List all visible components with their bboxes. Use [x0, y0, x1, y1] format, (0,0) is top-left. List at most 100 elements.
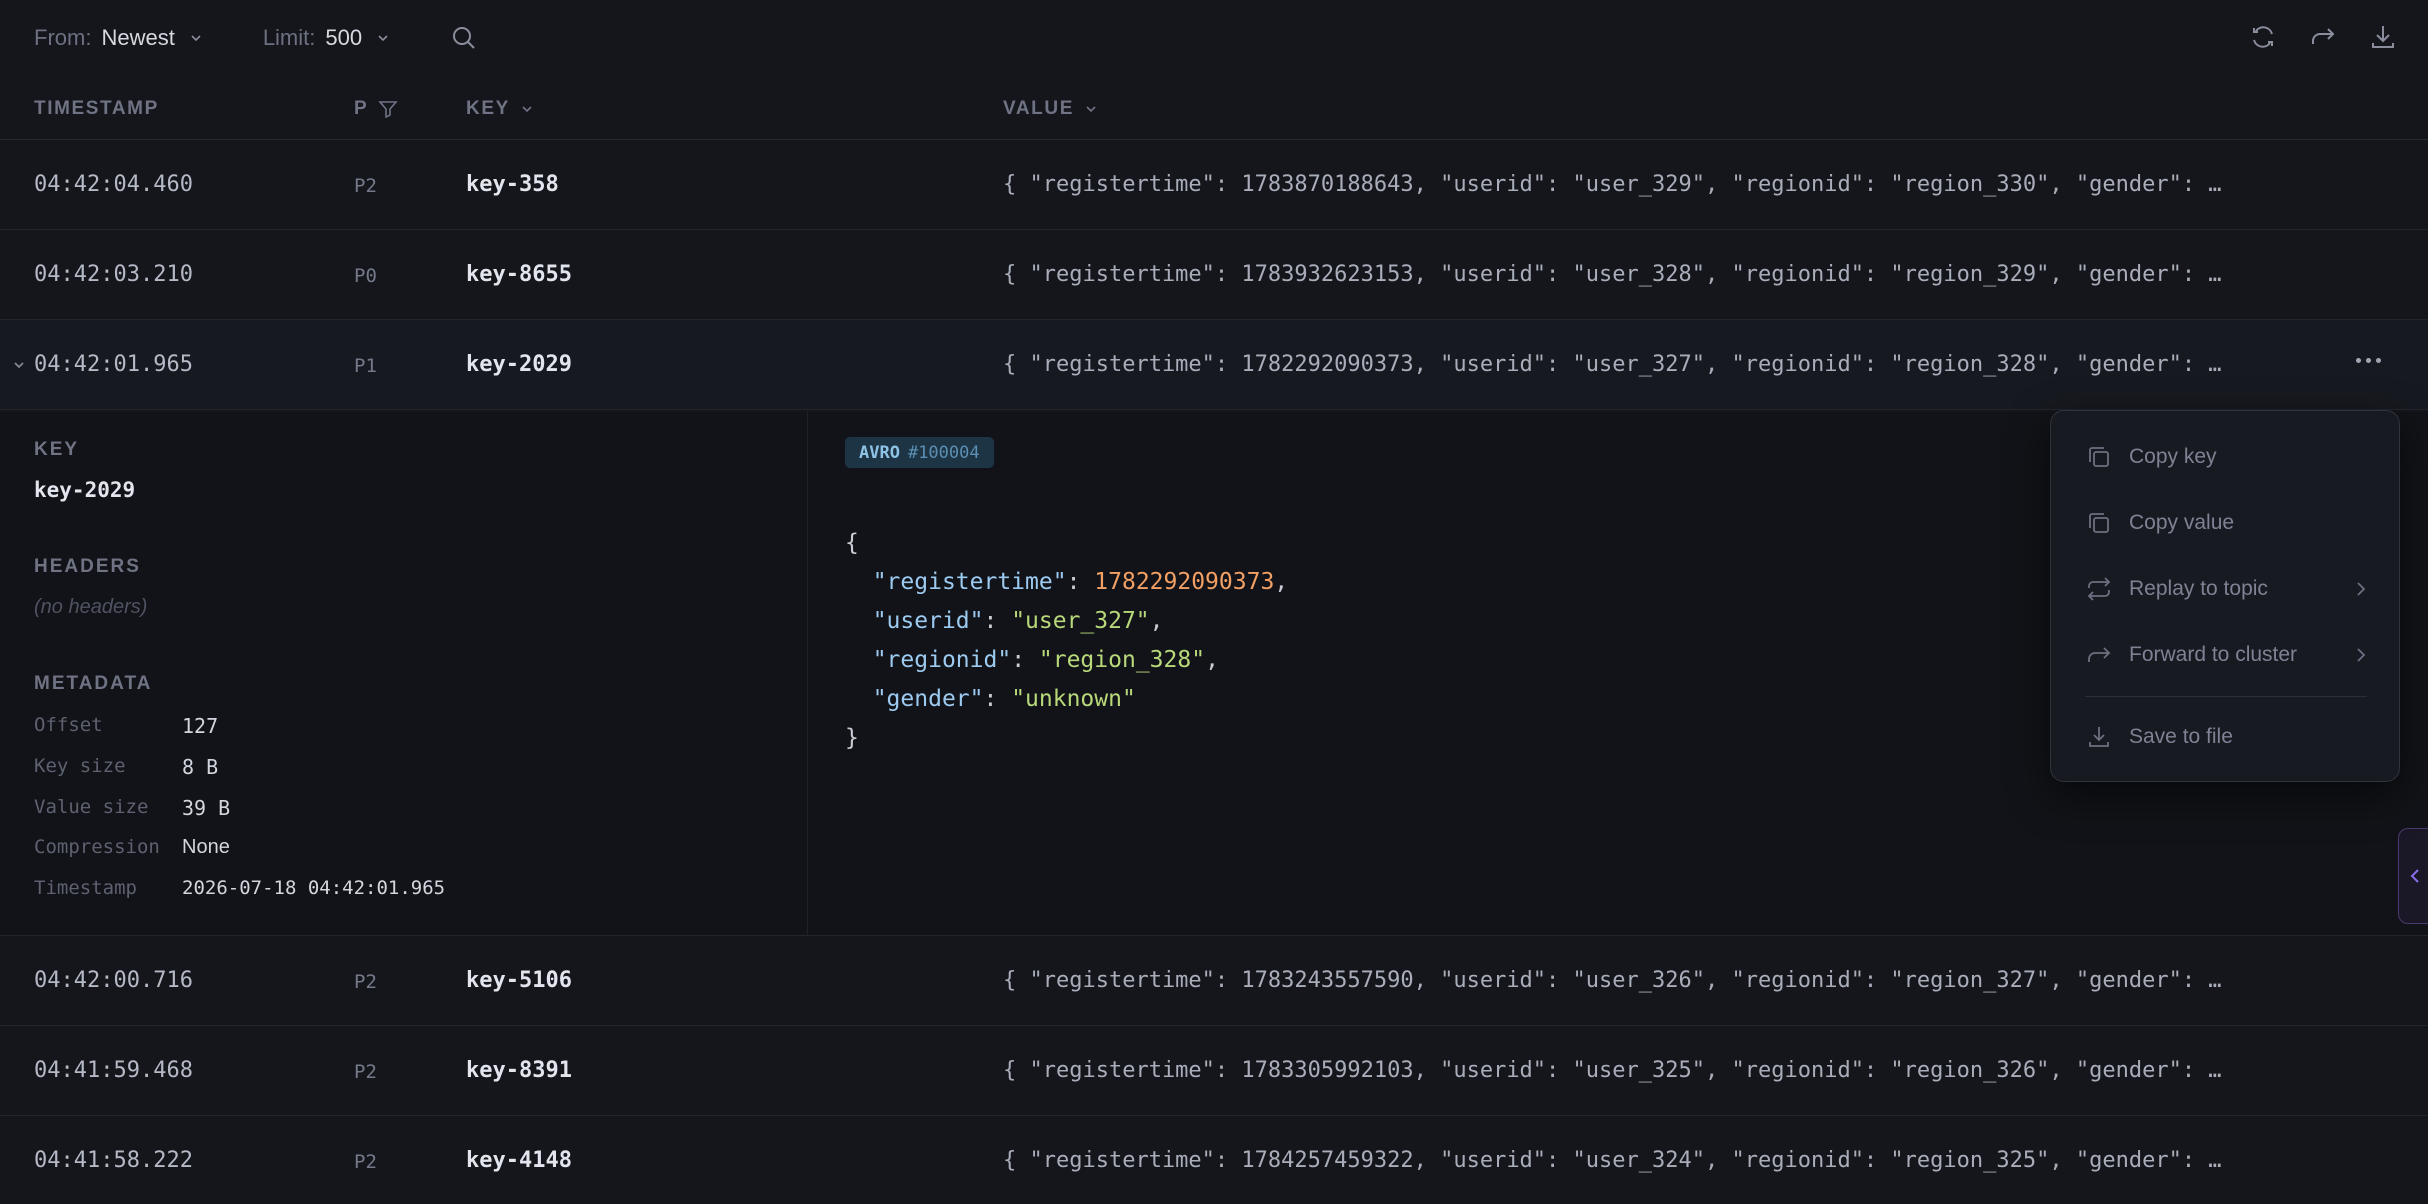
table-row[interactable]: 04:41:58.222 P2 key-4148 { "registertime… [0, 1116, 2428, 1204]
menu-divider [2085, 696, 2367, 697]
copy-icon [2085, 443, 2113, 471]
column-partition[interactable]: P [354, 98, 399, 120]
row-timestamp: 04:41:59.468 [34, 1058, 193, 1083]
json-string: "region_328" [1038, 647, 1206, 673]
json-key: "gender" [872, 686, 984, 712]
row-timestamp: 04:42:04.460 [34, 172, 193, 197]
copy-icon [2085, 509, 2113, 537]
row-timestamp: 04:42:01.965 [34, 352, 193, 377]
side-panel-toggle[interactable] [2398, 828, 2428, 924]
json-string: "user_327" [1011, 608, 1150, 634]
download-icon [2085, 723, 2113, 751]
menu-item-replay[interactable]: Replay to topic [2051, 563, 2401, 615]
menu-item-label: Replay to topic [2129, 577, 2268, 600]
row-key: key-8655 [466, 262, 572, 287]
column-timestamp[interactable]: TIMESTAMP [34, 98, 159, 120]
row-timestamp: 04:41:58.222 [34, 1148, 193, 1173]
from-selector[interactable]: From: Newest [34, 25, 203, 51]
row-key: key-4148 [466, 1148, 572, 1173]
metadata-row: Timestamp 2026-07-18 04:42:01.965 [34, 877, 445, 899]
row-partition: P2 [354, 1151, 377, 1173]
json-key: "registertime" [872, 569, 1067, 595]
refresh-icon[interactable] [2248, 22, 2278, 52]
metadata-row: Compression None [34, 836, 230, 859]
metadata-key: Compression [34, 836, 160, 858]
row-key: key-8391 [466, 1058, 572, 1083]
table-row[interactable]: 04:42:04.460 P2 key-358 { "registertime"… [0, 140, 2428, 230]
chevron-right-icon [2355, 646, 2367, 664]
chevron-down-icon[interactable] [12, 358, 26, 377]
metadata-row: Value size 39 B [34, 796, 230, 820]
metadata-key: Offset [34, 714, 103, 736]
row-value: { "registertime": 1783932623153, "userid… [1003, 262, 2222, 287]
column-key[interactable]: KEY [466, 98, 534, 120]
metadata-section-title: METADATA [34, 673, 153, 694]
headers-section-title: HEADERS [34, 556, 141, 577]
format-label: AVRO [859, 442, 900, 463]
metadata-value: 39 B [182, 796, 231, 820]
forward-icon[interactable] [2308, 22, 2338, 52]
metadata-value: 8 B [182, 755, 219, 779]
table-row[interactable]: 04:42:00.716 P2 key-5106 { "registertime… [0, 936, 2428, 1026]
metadata-key: Key size [34, 755, 126, 777]
table-row-expanded[interactable]: 04:42:01.965 P1 key-2029 { "registertime… [0, 320, 2428, 410]
chevron-right-icon [2355, 580, 2367, 598]
row-key: key-2029 [466, 352, 572, 377]
menu-item-copy-value[interactable]: Copy value [2051, 497, 2401, 549]
menu-item-save[interactable]: Save to file [2051, 711, 2401, 763]
json-key: "userid" [872, 608, 984, 634]
detail-key-value: key-2029 [34, 478, 136, 502]
chevron-down-icon [376, 31, 390, 45]
metadata-row: Key size 8 B [34, 755, 218, 779]
from-label: From: [34, 25, 92, 50]
json-open-brace: { [845, 530, 859, 556]
row-key: key-5106 [466, 968, 572, 993]
limit-value: 500 [325, 25, 363, 50]
json-line: "userid": "user_327", [872, 608, 1164, 634]
row-timestamp: 04:42:00.716 [34, 968, 193, 993]
menu-item-forward[interactable]: Forward to cluster [2051, 629, 2401, 681]
detail-sidebar: KEY key-2029 HEADERS (no headers) METADA… [0, 412, 808, 936]
column-partition-label: P [354, 98, 369, 119]
download-icon[interactable] [2368, 22, 2398, 52]
column-value[interactable]: VALUE [1003, 98, 1098, 120]
repeat-icon [2085, 575, 2113, 603]
json-key: "regionid" [872, 647, 1012, 673]
row-partition: P2 [354, 175, 377, 197]
metadata-value: 127 [182, 714, 219, 738]
menu-item-label: Copy value [2129, 511, 2235, 534]
forward-icon [2085, 641, 2113, 669]
chevron-down-icon [189, 31, 203, 45]
row-partition: P2 [354, 1061, 377, 1083]
json-string: "unknown" [1011, 686, 1136, 712]
row-value: { "registertime": 1782292090373, "userid… [1003, 352, 2222, 377]
metadata-row: Offset 127 [34, 714, 218, 738]
from-value: Newest [101, 25, 175, 50]
metadata-key: Value size [34, 796, 149, 818]
key-section-title: KEY [34, 439, 80, 460]
row-value: { "registertime": 1783305992103, "userid… [1003, 1058, 2222, 1083]
table-row[interactable]: 04:41:59.468 P2 key-8391 { "registertime… [0, 1026, 2428, 1116]
row-partition: P2 [354, 971, 377, 993]
limit-selector[interactable]: Limit: 500 [263, 25, 390, 51]
json-line: "regionid": "region_328", [872, 647, 1219, 673]
schema-badge: AVRO #100004 [845, 437, 994, 468]
chevron-down-icon [1086, 106, 1096, 113]
search-icon[interactable] [450, 24, 478, 52]
row-key: key-358 [466, 172, 559, 197]
table-header: TIMESTAMP P KEY VALUE [0, 76, 2428, 140]
filter-icon[interactable] [378, 99, 399, 119]
row-value: { "registertime": 1783870188643, "userid… [1003, 172, 2222, 197]
json-line: "gender": "unknown" [872, 686, 1136, 712]
menu-item-label: Save to file [2129, 725, 2233, 748]
metadata-value: None [182, 836, 230, 858]
toolbar: From: Newest Limit: 500 [0, 0, 2428, 76]
json-viewer: { "registertime": 1782292090373, "userid… [845, 524, 1288, 758]
json-line: "registertime": 1782292090373, [872, 569, 1289, 595]
json-number: 1782292090373 [1094, 569, 1275, 595]
column-key-label: KEY [466, 98, 510, 119]
metadata-key: Timestamp [34, 877, 137, 899]
table-row[interactable]: 04:42:03.210 P0 key-8655 { "registertime… [0, 230, 2428, 320]
menu-item-copy-key[interactable]: Copy key [2051, 431, 2401, 483]
more-options-icon[interactable] [2356, 358, 2381, 363]
